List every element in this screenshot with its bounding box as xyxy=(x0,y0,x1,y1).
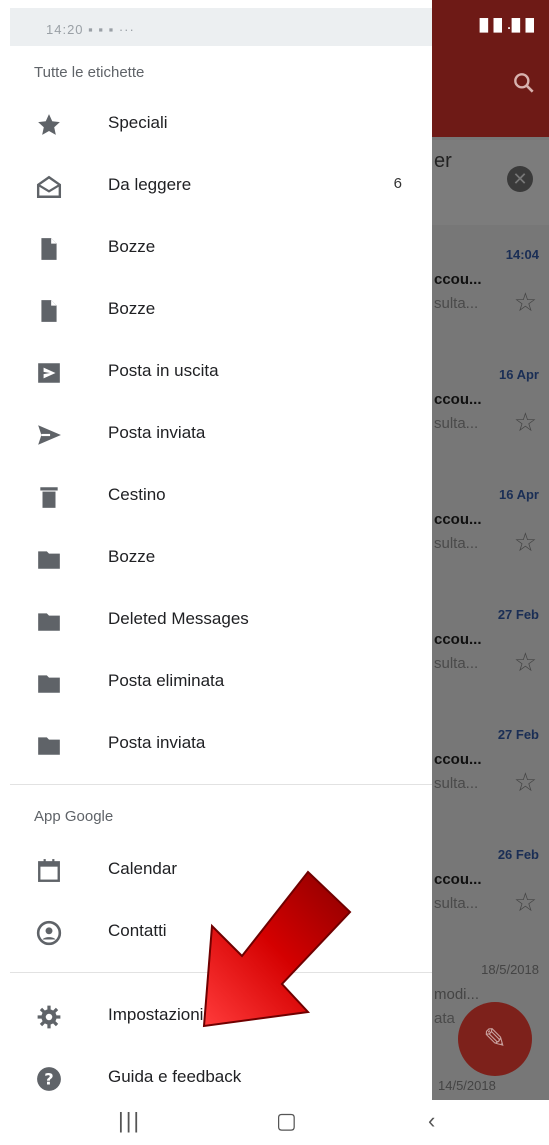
drawer-item-label: Contatti xyxy=(108,921,167,940)
all-labels-header: Tutte le etichette xyxy=(34,64,145,81)
drawer-item-label: Deleted Messages xyxy=(108,609,249,628)
back-icon[interactable]: ‹ xyxy=(428,1108,435,1134)
mail-snippet: sulta... xyxy=(434,895,479,912)
drawer-item-label: Posta eliminata xyxy=(108,671,225,690)
drawer-item-posta-inviata-folder[interactable]: Posta inviata xyxy=(0,714,432,776)
star-outline-icon: ☆ xyxy=(513,767,537,797)
svg-text:?: ? xyxy=(44,1069,53,1088)
mail-date: 16 Apr xyxy=(499,367,539,382)
recent-apps-icon[interactable]: ||| xyxy=(118,1108,141,1134)
drawer-item-speciali[interactable]: Speciali xyxy=(0,94,432,156)
search-icon xyxy=(514,73,534,93)
mail-row: 14:04 ccou... sulta... ☆ xyxy=(430,235,549,355)
star-icon xyxy=(38,114,60,135)
drawer-item-deleted-messages[interactable]: Deleted Messages xyxy=(0,590,432,652)
divider xyxy=(10,784,432,785)
folder-icon xyxy=(38,675,60,693)
mail-snippet: sulta... xyxy=(434,295,479,312)
draft-icon xyxy=(41,300,57,322)
send-icon xyxy=(38,425,61,445)
notification-icons: ▪ ▪ ▪ ··· xyxy=(88,22,135,37)
mail-row: 16 Apr ccou... sulta... ☆ xyxy=(430,475,549,595)
help-icon: ? xyxy=(37,1067,61,1091)
drawer-item-label: Calendar xyxy=(108,859,177,878)
drawer-item-label: Guida e feedback xyxy=(108,1067,242,1086)
status-icons: █ █ .█ █ xyxy=(479,18,535,32)
drawer-item-posta-eliminata[interactable]: Posta eliminata xyxy=(0,652,432,714)
screen: █ █ .█ █ er ✕ 14:04 ccou... sulta... ☆ 1… xyxy=(0,0,549,1145)
star-outline-icon: ☆ xyxy=(513,287,537,317)
status-time: 14:20 xyxy=(46,22,84,37)
drawer-item-label: Bozze xyxy=(108,299,156,318)
star-outline-icon: ☆ xyxy=(513,527,537,557)
folder-icon xyxy=(38,613,60,631)
close-icon: ✕ xyxy=(507,166,533,192)
drawer-item-posta-in-uscita[interactable]: Posta in uscita xyxy=(0,342,432,404)
mail-date: 27 Feb xyxy=(497,727,539,742)
mail-subject: ccou... xyxy=(434,391,482,408)
folder-icon xyxy=(38,551,60,569)
drawer-item-label: Da leggere xyxy=(108,175,192,194)
drawer-item-label: Cestino xyxy=(108,485,166,504)
drawer-item-label: Speciali xyxy=(108,113,168,132)
mail-subject: ccou... xyxy=(434,271,482,288)
drawer-item-label: Posta in uscita xyxy=(108,361,219,380)
folder-icon xyxy=(38,737,60,755)
drawer-item-label: Posta inviata xyxy=(108,423,206,442)
mail-date: 16 Apr xyxy=(499,487,539,502)
mail-date: 14/5/2018 xyxy=(438,1078,496,1093)
calendar-icon xyxy=(38,859,60,882)
home-icon[interactable]: ▢ xyxy=(276,1108,297,1134)
drawer-item-label: Posta inviata xyxy=(108,733,206,752)
drawer-item-bozze-folder[interactable]: Bozze xyxy=(0,528,432,590)
pointer-arrow-icon xyxy=(202,870,352,1028)
drawer-item-label: Bozze xyxy=(108,237,156,256)
mail-date: 27 Feb xyxy=(497,607,539,622)
drawer-item-cestino[interactable]: Cestino xyxy=(0,466,432,528)
mail-date: 14:04 xyxy=(505,247,539,262)
system-nav-bar: ||| ▢ ‹ xyxy=(0,1100,549,1145)
drawer-item-posta-inviata[interactable]: Posta inviata xyxy=(0,404,432,466)
mail-subject: ccou... xyxy=(434,631,482,648)
mail-subject: ccou... xyxy=(434,871,482,888)
status-bar: 14:20 ▪ ▪ ▪ ··· xyxy=(10,8,432,46)
drawer-item-bozze[interactable]: Bozze xyxy=(0,280,432,342)
mail-snippet: sulta... xyxy=(434,535,479,552)
mail-snippet: sulta... xyxy=(434,655,479,672)
draft-icon xyxy=(41,238,57,260)
gear-icon xyxy=(37,1005,61,1029)
drawer-item-da-leggere[interactable]: Da leggere 6 xyxy=(0,156,432,218)
mail-snippet: ata xyxy=(434,1010,455,1027)
unread-count: 6 xyxy=(393,175,402,192)
open-mail-icon xyxy=(36,175,62,198)
drawer-item-bozze[interactable]: Bozze xyxy=(0,218,432,280)
star-outline-icon: ☆ xyxy=(513,647,537,677)
mail-snippet: sulta... xyxy=(434,775,479,792)
mail-row: 16 Apr ccou... sulta... ☆ xyxy=(430,355,549,475)
mail-row: 26 Feb ccou... sulta... ☆ xyxy=(430,835,549,955)
google-apps-header: App Google xyxy=(34,808,114,825)
mail-snippet: sulta... xyxy=(434,415,479,432)
mail-row: 27 Feb ccou... sulta... ☆ xyxy=(430,715,549,835)
drawer-item-label: Bozze xyxy=(108,547,156,566)
star-outline-icon: ☆ xyxy=(513,887,537,917)
mail-row: 27 Feb ccou... sulta... ☆ xyxy=(430,595,549,715)
mail-date: 26 Feb xyxy=(497,847,539,862)
mail-subject: modi... xyxy=(434,986,480,1003)
contacts-icon xyxy=(36,920,62,946)
mail-subject: ccou... xyxy=(434,511,482,528)
mail-date: 18/5/2018 xyxy=(481,962,539,977)
promo-text: er xyxy=(434,150,452,172)
star-outline-icon: ☆ xyxy=(513,407,537,437)
mail-subject: ccou... xyxy=(434,751,482,768)
compose-button: ✎ xyxy=(458,1002,532,1076)
outbox-icon xyxy=(38,363,60,383)
promo-card: er ✕ xyxy=(430,140,549,225)
trash-icon xyxy=(40,487,58,508)
